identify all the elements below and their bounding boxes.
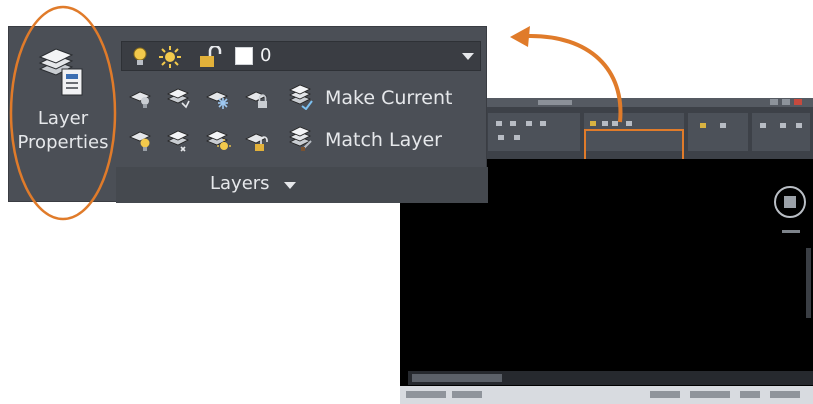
layer-off-icon[interactable]	[127, 85, 153, 111]
layer-isolate-icon[interactable]	[166, 85, 192, 111]
layers-panel-title: Layers	[210, 173, 270, 194]
layer-lock-icon[interactable]	[244, 85, 270, 111]
layer-on-icon[interactable]	[127, 127, 153, 153]
layer-properties-button[interactable]: Layer Properties	[9, 27, 116, 203]
thumbnail-close-button	[794, 99, 802, 105]
match-layer-button[interactable]: Match Layer	[325, 127, 442, 153]
layer-dropdown[interactable]: 0	[121, 41, 481, 71]
padlock-unlocked-icon[interactable]	[198, 46, 222, 68]
thumbnail-modify-group	[488, 113, 580, 151]
layers-panel-footer[interactable]: Layers	[116, 167, 488, 203]
layer-properties-label: Layer Properties	[17, 108, 109, 153]
thumbnail-block-group	[752, 113, 810, 151]
layer-thaw-icon[interactable]	[205, 127, 231, 153]
layers-panel: Layer Properties 0 Make Current Match La…	[8, 26, 488, 203]
make-current-icon[interactable]	[288, 84, 314, 110]
lightbulb-on-icon[interactable]	[130, 46, 150, 68]
command-line[interactable]	[408, 371, 813, 385]
layer-freeze-icon[interactable]	[205, 85, 231, 111]
layer-properties-icon	[38, 48, 83, 96]
make-current-button[interactable]: Make Current	[325, 85, 452, 111]
layer-unisolate-icon[interactable]	[166, 127, 192, 153]
thumbnail-minimize-button	[770, 99, 778, 105]
thumbnail-maximize-button	[782, 99, 790, 105]
thumbnail-annotation-group	[688, 113, 748, 151]
layer-color-swatch[interactable]	[235, 47, 253, 65]
current-layer-name: 0	[260, 45, 272, 66]
sun-thaw-icon[interactable]	[158, 46, 182, 68]
thumbnail-layers-highlight	[584, 129, 684, 163]
layer-unlock-icon[interactable]	[244, 127, 270, 153]
match-layer-icon[interactable]	[288, 126, 314, 152]
arrowhead-icon	[510, 26, 530, 47]
thumbnail-status-bar	[400, 386, 813, 404]
thumbnail-file-tab	[538, 100, 572, 105]
chevron-down-icon[interactable]	[462, 53, 474, 60]
viewcube-icon[interactable]	[774, 186, 806, 233]
chevron-down-icon[interactable]	[284, 182, 296, 189]
thumbnail-scrollbar[interactable]	[806, 248, 811, 318]
